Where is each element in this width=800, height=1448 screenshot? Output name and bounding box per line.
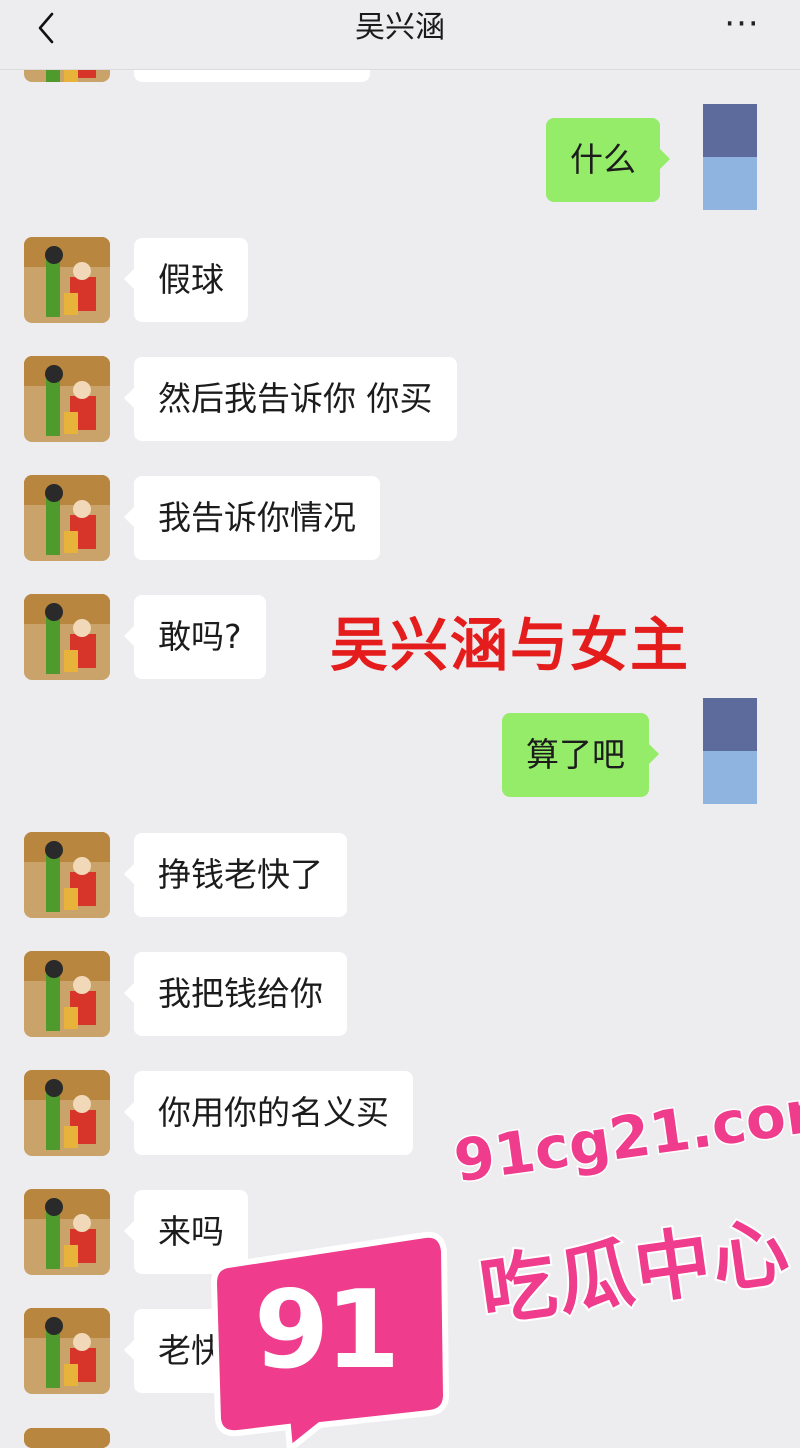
more-dots-icon: ··· (724, 4, 760, 44)
avatar-photo (24, 356, 110, 442)
received-message-bubble[interactable]: 老快了 (124, 1309, 281, 1393)
avatar-photo (24, 237, 110, 323)
contact-avatar[interactable] (24, 951, 110, 1037)
contact-avatar[interactable] (24, 1428, 110, 1448)
contact-avatar[interactable] (24, 356, 110, 442)
avatar-photo (24, 1070, 110, 1156)
avatar-photo (24, 1189, 110, 1275)
watermark-url: 91cg21.com (449, 1072, 800, 1197)
avatar-photo (24, 832, 110, 918)
received-message-bubble[interactable]: 敢吗? (124, 595, 266, 679)
watermark-logo: 91 91cg21.com 吃瓜中心 (210, 1072, 800, 1448)
contact-avatar[interactable] (24, 475, 110, 561)
my-avatar[interactable] (703, 698, 757, 804)
received-message-bubble[interactable]: 我把钱给你 (124, 952, 347, 1036)
contact-avatar[interactable] (24, 1308, 110, 1394)
contact-avatar[interactable] (24, 237, 110, 323)
contact-avatar[interactable] (24, 832, 110, 918)
avatar-photo (24, 475, 110, 561)
avatar-photo (24, 951, 110, 1037)
avatar-photo (24, 594, 110, 680)
my-avatar[interactable] (703, 104, 757, 210)
contact-avatar[interactable] (24, 594, 110, 680)
contact-avatar[interactable] (24, 1189, 110, 1275)
received-message-bubble[interactable]: 假球 (124, 238, 248, 322)
overlay-caption: 吴兴涵与女主 (330, 611, 691, 679)
avatar-photo (24, 1428, 110, 1448)
received-message-bubble[interactable]: 然后我告诉你 你买 (124, 357, 457, 441)
received-message-bubble[interactable]: 你用你的名义买 (124, 1071, 413, 1155)
chat-title: 吴兴涵 (355, 10, 445, 45)
avatar-photo (24, 1308, 110, 1394)
contact-avatar[interactable] (24, 1070, 110, 1156)
sent-message-bubble[interactable]: 什么 (546, 118, 670, 202)
chat-header: 吴兴涵 ··· (0, 0, 800, 70)
received-message-bubble[interactable]: 挣钱老快了 (124, 833, 347, 917)
received-message-bubble[interactable]: 来吗 (124, 1190, 248, 1274)
received-message-bubble[interactable]: 我告诉你情况 (124, 476, 380, 560)
sent-message-bubble[interactable]: 算了吧 (502, 713, 659, 797)
watermark-name: 吃瓜中心 (472, 1203, 797, 1339)
more-button[interactable]: ··· (722, 7, 762, 42)
